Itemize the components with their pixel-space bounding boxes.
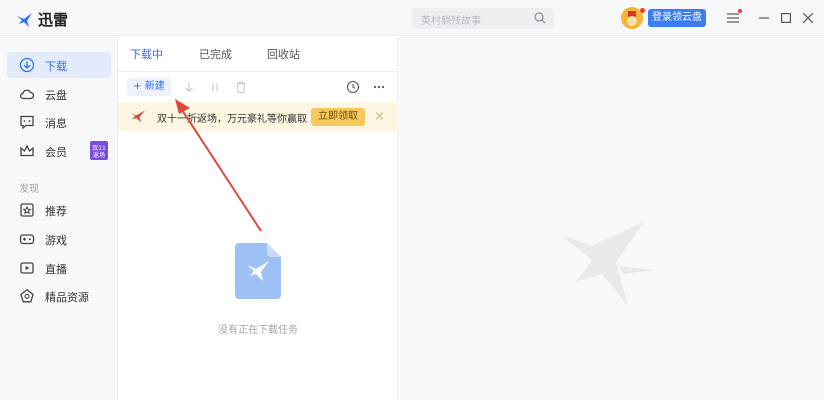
hamburger-icon bbox=[727, 13, 739, 23]
sidebar-item-download[interactable]: 下载 bbox=[7, 52, 111, 78]
live-icon bbox=[20, 262, 34, 274]
sidebar-item-label: 会员 bbox=[45, 146, 67, 159]
download-icon bbox=[19, 57, 35, 73]
promo-bird-icon bbox=[131, 110, 145, 123]
sidebar-item-message[interactable]: 消息 bbox=[7, 109, 111, 135]
menu-notification-dot bbox=[738, 9, 742, 13]
tab-downloading[interactable]: 下载中 bbox=[130, 46, 163, 62]
recommend-icon bbox=[20, 203, 34, 217]
sidebar-item-recommend[interactable]: 推荐 bbox=[7, 197, 111, 223]
sidebar-item-label: 云盘 bbox=[45, 89, 67, 102]
promo-close-icon[interactable]: × bbox=[374, 109, 385, 124]
new-task-button[interactable]: + 新建 bbox=[127, 78, 171, 96]
search-placeholder: 英村躺残故事 bbox=[421, 16, 481, 27]
app-name: 迅雷 bbox=[38, 11, 69, 29]
thunder-bird-icon bbox=[17, 12, 32, 27]
claim-now-button[interactable]: 立即领取 bbox=[311, 108, 365, 126]
badge-text-icon: 双11 返场 bbox=[90, 142, 108, 160]
sidebar-item-games[interactable]: 游戏 bbox=[7, 226, 111, 252]
login-cloud-button[interactable]: 登录领云盘 bbox=[648, 9, 706, 27]
cloud-icon bbox=[20, 89, 35, 100]
close-icon bbox=[803, 13, 813, 23]
maximize-button[interactable] bbox=[778, 10, 794, 26]
more-icon[interactable] bbox=[372, 80, 386, 94]
empty-state-text: 没有正在下载任务 bbox=[218, 325, 298, 336]
tab-recycle-bin[interactable]: 回收站 bbox=[267, 46, 300, 62]
maximize-icon bbox=[781, 13, 791, 23]
sidebar-item-label: 下载 bbox=[45, 60, 67, 73]
history-clock-icon[interactable] bbox=[346, 80, 360, 94]
sidebar-item-label: 直播 bbox=[45, 263, 67, 276]
crown-icon bbox=[20, 144, 34, 157]
gem-icon bbox=[20, 288, 34, 303]
sidebar-item-vip[interactable]: 会员 双11 返场 bbox=[7, 138, 111, 164]
message-icon bbox=[20, 115, 34, 130]
promo-banner: 双十一折返场，万元豪礼等你赢取 立即领取 × bbox=[118, 102, 398, 131]
empty-document-icon bbox=[235, 243, 281, 299]
start-download-icon[interactable] bbox=[182, 80, 196, 94]
download-list-panel: 下载中 已完成 回收站 + 新建 双十一折返场，万元豪礼等你赢取 立即领取 × … bbox=[118, 37, 398, 400]
tab-completed[interactable]: 已完成 bbox=[199, 46, 232, 62]
sidebar-item-label: 游戏 bbox=[45, 234, 67, 247]
sidebar-item-cloud[interactable]: 云盘 bbox=[7, 81, 111, 107]
delete-icon[interactable] bbox=[234, 80, 248, 94]
sidebar: 下载 云盘 消息 会员 双11 返场 发现 推荐 游戏 直播 精品资源 bbox=[0, 37, 118, 400]
double11-badge: 双11 返场 bbox=[90, 141, 108, 160]
sidebar-item-resources[interactable]: 精品资源 bbox=[7, 283, 111, 309]
sidebar-item-label: 推荐 bbox=[45, 205, 67, 218]
minimize-button[interactable] bbox=[756, 10, 772, 26]
sidebar-item-label: 消息 bbox=[45, 117, 67, 130]
svg-text:双11: 双11 bbox=[92, 145, 106, 152]
search-icon[interactable] bbox=[534, 12, 546, 24]
tabs-divider bbox=[118, 71, 398, 72]
detail-panel bbox=[398, 37, 824, 400]
sidebar-item-live[interactable]: 直播 bbox=[7, 255, 111, 281]
thunder-bird-watermark-icon bbox=[560, 222, 654, 306]
notification-dot bbox=[640, 8, 645, 13]
pause-icon[interactable] bbox=[208, 80, 222, 94]
search-input[interactable]: 英村躺残故事 bbox=[412, 8, 554, 29]
gamepad-icon bbox=[19, 234, 35, 245]
promo-text: 双十一折返场，万元豪礼等你赢取 bbox=[157, 114, 307, 125]
svg-text:返场: 返场 bbox=[93, 151, 105, 159]
minimize-icon bbox=[759, 17, 769, 19]
title-bar: 迅雷 英村躺残故事 登录领云盘 bbox=[0, 0, 824, 36]
app-logo: 迅雷 bbox=[16, 9, 68, 30]
discover-section-label: 发现 bbox=[19, 184, 39, 195]
sidebar-item-label: 精品资源 bbox=[45, 291, 89, 304]
close-button[interactable] bbox=[800, 10, 816, 26]
